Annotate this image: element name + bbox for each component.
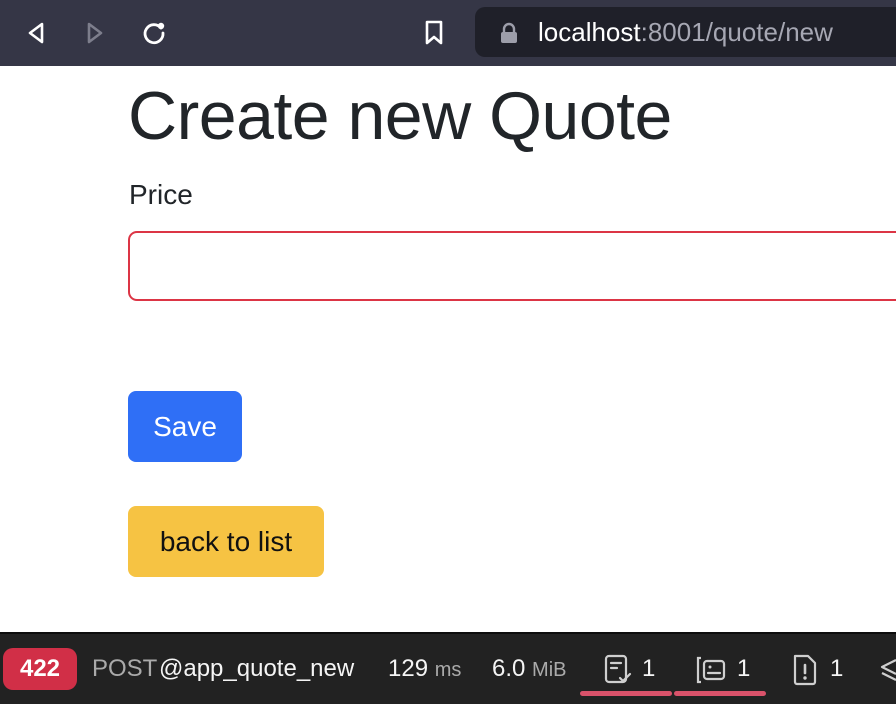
forward-icon[interactable] [75,13,115,53]
url-host: localhost [538,17,641,47]
back-to-list-button[interactable]: back to list [128,506,324,577]
forms-indicator [580,691,672,696]
url-path: :8001/quote/new [640,17,833,47]
request-method: POST [92,655,158,682]
price-input[interactable] [128,231,896,301]
validator-indicator [674,691,766,696]
address-bar[interactable]: localhost:8001/quote/new [475,7,896,57]
logs-count[interactable]: 1 [830,655,843,683]
bookmark-icon[interactable] [414,13,454,53]
logs-icon[interactable] [790,654,820,686]
request-time[interactable]: 129 ms [388,655,461,684]
memory-unit: MiB [532,659,567,681]
browser-toolbar: localhost:8001/quote/new [0,0,896,66]
route-name[interactable]: @app_quote_new [159,655,354,683]
memory-value: 6.0 [492,655,526,682]
forms-count[interactable]: 1 [642,655,655,683]
validator-icon[interactable] [694,654,726,686]
time-unit: ms [434,659,462,681]
back-icon[interactable] [16,13,56,53]
form-icon[interactable] [603,654,633,686]
page-title: Create new Quote [128,78,672,154]
lock-icon [499,22,519,44]
price-label: Price [129,179,193,210]
time-value: 129 [388,655,429,682]
status-code-badge[interactable]: 422 [3,648,77,690]
validator-count[interactable]: 1 [737,655,750,683]
url-text: localhost:8001/quote/new [538,18,833,46]
reload-icon[interactable] [134,13,174,53]
memory-usage[interactable]: 6.0 MiB [492,655,567,684]
save-button[interactable]: Save [128,391,242,462]
layers-icon[interactable] [880,654,896,686]
